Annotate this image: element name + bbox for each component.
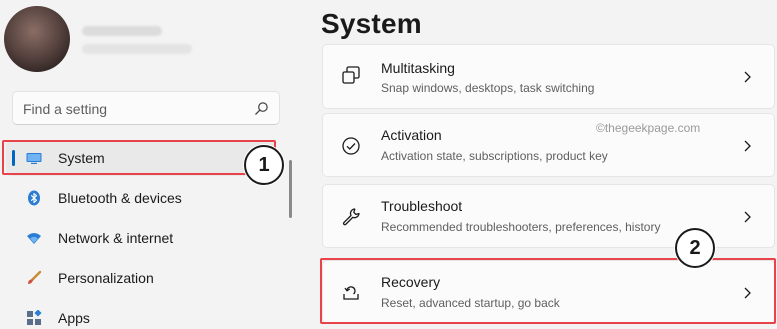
sidebar-item-label: Personalization	[58, 270, 154, 286]
settings-card-multitasking[interactable]: Multitasking Snap windows, desktops, tas…	[322, 44, 775, 109]
search-input[interactable]	[23, 99, 243, 119]
annotation-highlight-recovery	[320, 258, 776, 324]
user-avatar[interactable]	[4, 6, 70, 72]
card-subtitle: Activation state, subscriptions, product…	[381, 149, 608, 163]
search-box[interactable]	[12, 91, 280, 125]
card-subtitle: Snap windows, desktops, task switching	[381, 81, 595, 95]
wrench-icon	[342, 208, 360, 226]
bluetooth-icon	[28, 190, 40, 206]
sidebar-item-network[interactable]: Network & internet	[6, 220, 276, 256]
card-title: Troubleshoot	[381, 198, 463, 214]
sidebar-item-personalization[interactable]: Personalization	[6, 260, 276, 296]
callout-step-1: 1	[244, 145, 284, 185]
chevron-right-icon	[744, 140, 751, 152]
page-title: System	[321, 8, 422, 39]
user-name-blurred	[82, 26, 162, 36]
sidebar-item-label: Apps	[58, 310, 90, 326]
sidebar-item-apps[interactable]: Apps	[6, 300, 276, 329]
card-subtitle: Recommended troubleshooters, preferences…	[381, 220, 661, 234]
search-icon[interactable]	[254, 101, 269, 116]
sidebar-item-label: Bluetooth & devices	[58, 190, 182, 206]
wifi-icon	[27, 233, 41, 244]
chevron-right-icon	[744, 211, 751, 223]
card-title: Multitasking	[381, 60, 455, 76]
annotation-highlight-system	[2, 140, 276, 175]
user-email-blurred	[82, 44, 192, 54]
multitasking-icon	[342, 66, 360, 84]
watermark: ©thegeekpage.com	[596, 121, 701, 135]
callout-step-2: 2	[675, 228, 715, 268]
card-title: Activation	[381, 127, 442, 143]
sidebar-item-label: Network & internet	[58, 230, 174, 246]
sidebar-item-bluetooth[interactable]: Bluetooth & devices	[6, 180, 276, 216]
chevron-right-icon	[744, 71, 751, 83]
apps-icon	[27, 310, 42, 325]
settings-card-activation[interactable]: Activation Activation state, subscriptio…	[322, 113, 775, 177]
sidebar-scrollbar[interactable]	[289, 160, 292, 218]
brush-icon	[28, 270, 42, 284]
activation-check-icon	[342, 137, 360, 155]
